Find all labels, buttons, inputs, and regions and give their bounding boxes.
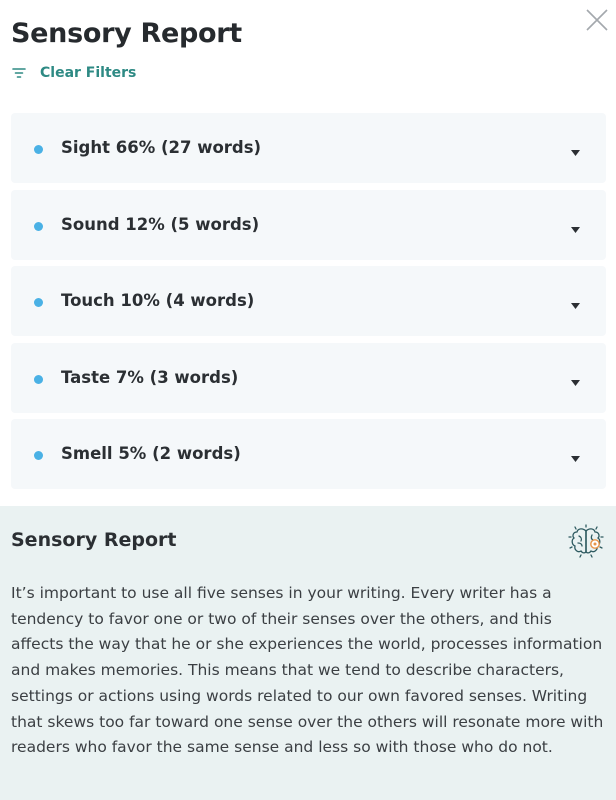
chevron-down-icon [571, 226, 580, 233]
sense-label: Sight 66% (27 words) [61, 138, 262, 157]
clear-filters-label: Clear Filters [40, 65, 137, 81]
sense-list: Sight 66% (27 words) Sound 12% (5 words)… [11, 113, 606, 496]
sense-dot [34, 298, 43, 307]
sense-label: Touch 10% (4 words) [61, 291, 255, 310]
sense-label: Sound 12% (5 words) [61, 214, 260, 234]
sense-dot [34, 374, 43, 384]
close-button[interactable] [585, 8, 609, 32]
chevron-down-icon [571, 379, 580, 386]
sense-item-taste[interactable]: Taste 7% (3 words) [11, 342, 606, 413]
sense-item-sound[interactable]: Sound 12% (5 words) [11, 189, 606, 260]
sense-label: Smell 5% (2 words) [61, 444, 241, 463]
filter-icon [12, 68, 26, 78]
info-body-text: It’s important to use all five senses in… [11, 584, 604, 757]
clear-filters-button[interactable]: Clear Filters [12, 65, 136, 81]
info-title: Sensory Report [11, 529, 177, 551]
chevron-down-icon [571, 303, 580, 309]
sense-dot [34, 221, 43, 231]
chevron-down-icon [571, 456, 580, 462]
info-panel: Sensory Report It’s important to use all… [0, 506, 616, 800]
close-icon [586, 9, 608, 31]
sense-item-sight[interactable]: Sight 66% (27 words) [11, 113, 606, 183]
sense-label: Taste 7% (3 words) [61, 367, 239, 387]
brain-icon [568, 524, 604, 558]
sense-item-touch[interactable]: Touch 10% (4 words) [11, 266, 606, 336]
chevron-down-icon [571, 150, 580, 156]
sense-item-smell[interactable]: Smell 5% (2 words) [11, 419, 606, 489]
sense-dot [34, 451, 43, 460]
page-title: Sensory Report [11, 18, 242, 49]
sense-dot [34, 145, 43, 154]
